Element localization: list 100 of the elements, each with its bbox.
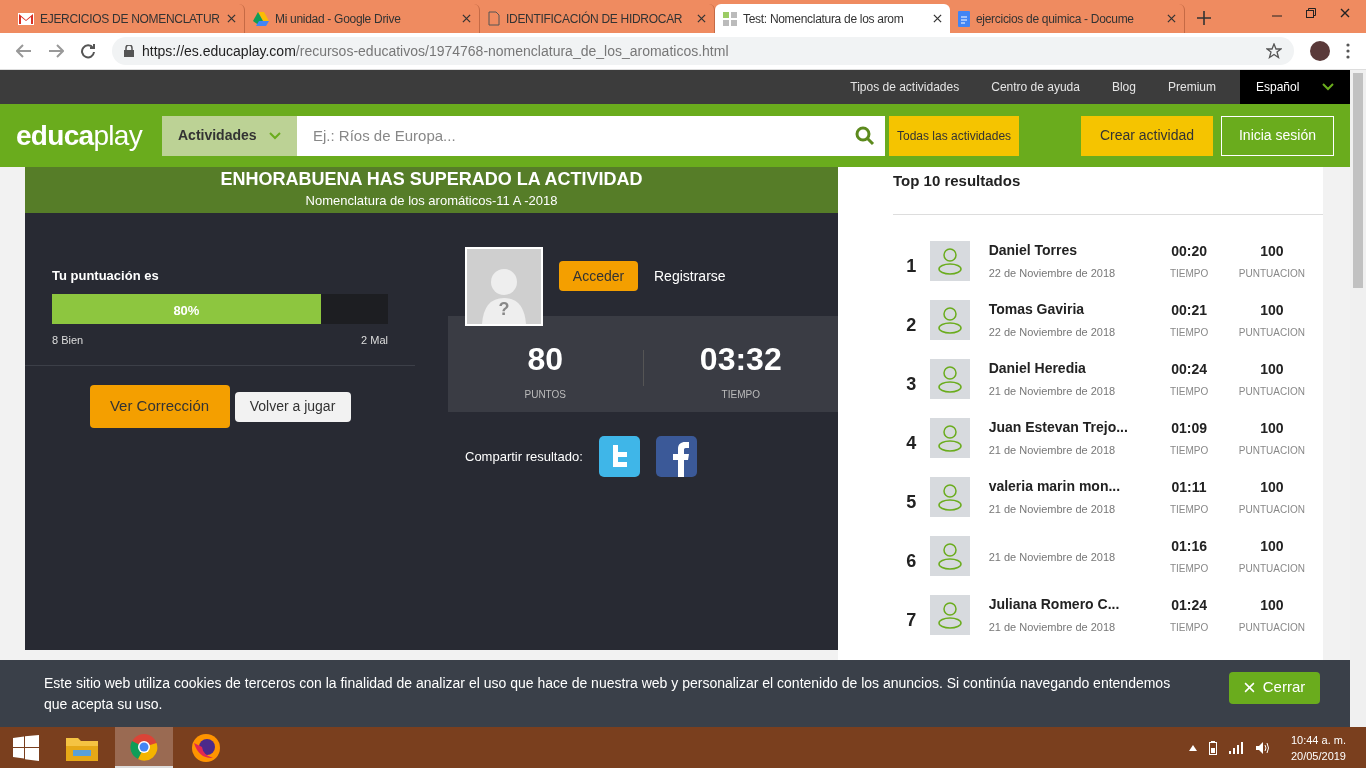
- forward-icon[interactable]: [48, 44, 64, 58]
- share-label: Compartir resultado:: [465, 447, 583, 466]
- rank-number: 3: [905, 372, 918, 396]
- time-label: TIEMPO: [721, 387, 760, 402]
- time-value: 01:09: [1171, 418, 1207, 438]
- time-label: TIEMPO: [1169, 561, 1209, 576]
- play-date: 21 de Noviembre de 2018: [988, 550, 1117, 566]
- mail-icon: [18, 12, 34, 25]
- nav-link[interactable]: Premium: [1152, 78, 1232, 96]
- points-value: 80: [527, 342, 564, 375]
- wrong-count: 2 Mal: [361, 332, 388, 348]
- score-value: 100: [1260, 536, 1284, 556]
- tray-expand-icon[interactable]: [1188, 744, 1197, 751]
- taskbar-app[interactable]: [115, 727, 173, 768]
- score-label: PUNTUACION: [1238, 266, 1305, 281]
- score-label: Tu puntuación es: [52, 267, 160, 285]
- close-icon[interactable]: [227, 14, 236, 23]
- close-icon[interactable]: [933, 14, 942, 23]
- player-name: Daniel Heredia: [988, 358, 1087, 378]
- triangle-icon: [253, 11, 269, 26]
- play-date: 22 de Noviembre de 2018: [988, 324, 1117, 340]
- star-icon[interactable]: [1266, 43, 1282, 59]
- browser-tab[interactable]: Test: Nomenclatura de los arom: [715, 4, 950, 33]
- facebook-icon[interactable]: [655, 436, 697, 477]
- search-icon: [855, 125, 875, 146]
- nav-link[interactable]: Tipos de actividades: [834, 78, 976, 96]
- profile-avatar[interactable]: [1310, 41, 1330, 61]
- nav-link[interactable]: Blog: [1095, 78, 1152, 96]
- volume-icon[interactable]: [1254, 740, 1271, 755]
- search-button[interactable]: [845, 115, 885, 156]
- score-label: PUNTUACION: [1238, 502, 1305, 517]
- time-value: 00:20: [1171, 241, 1207, 261]
- time-value: 01:16: [1171, 536, 1207, 556]
- close-icon[interactable]: [1167, 14, 1176, 23]
- score-value: 100: [1260, 477, 1284, 497]
- ranking-title: Top 10 resultados: [893, 171, 1022, 191]
- result-title: ENHORABUENA HAS SUPERADO LA ACTIVIDAD: [220, 168, 643, 191]
- close-icon: [1243, 682, 1255, 693]
- register-link[interactable]: Registrarse: [654, 265, 726, 287]
- question-mark: ?: [498, 300, 510, 318]
- time-label: TIEMPO: [1169, 325, 1209, 340]
- document-icon: [958, 10, 970, 27]
- new-tab-icon[interactable]: [1197, 11, 1211, 25]
- score-value: 100: [1260, 359, 1284, 379]
- close-icon[interactable]: [462, 14, 471, 23]
- all-activities-button[interactable]: Todas las actividades: [889, 115, 1020, 156]
- rank-number: 6: [905, 549, 918, 573]
- player-name: Juliana Romero C...: [988, 594, 1121, 614]
- restore-icon[interactable]: [1306, 8, 1316, 18]
- search-field[interactable]: Ej.: Ríos de Europa...: [297, 115, 845, 156]
- windows-icon[interactable]: [13, 734, 39, 761]
- close-icon[interactable]: [697, 14, 706, 23]
- browser-tab[interactable]: Mi unidad - Google Drive: [245, 4, 480, 33]
- address-field[interactable]: https://es.educaplay.com/recursos-educativos/1974768-nomenclatura_de_los_aromaticos.html: [112, 37, 1294, 65]
- player-name: valeria marin mon...: [988, 476, 1122, 496]
- lock-icon: [124, 45, 134, 57]
- time-label: TIEMPO: [1169, 384, 1209, 399]
- tab-title: Test: Nomenclatura de los arom: [743, 10, 905, 28]
- category-select[interactable]: Actividades: [162, 115, 297, 156]
- menu-icon[interactable]: [1346, 43, 1350, 59]
- browser-tab[interactable]: ejercicios de quimica - Docume: [950, 4, 1185, 33]
- player-name: Juan Estevan Trejo...: [988, 417, 1129, 437]
- close-icon[interactable]: [1340, 8, 1350, 18]
- score-label: PUNTUACION: [1238, 443, 1305, 458]
- time-label: TIEMPO: [1169, 266, 1209, 281]
- avatar-icon: [929, 299, 970, 340]
- rank-number: 1: [905, 254, 918, 278]
- score-value: 100: [1260, 595, 1284, 615]
- play-date: 22 de Noviembre de 2018: [988, 265, 1117, 281]
- reload-icon[interactable]: [80, 43, 96, 59]
- avatar-icon: [929, 240, 970, 281]
- browser-tab[interactable]: EJERCICIOS DE NOMENCLATUR: [10, 4, 245, 33]
- nav-link[interactable]: Centro de ayuda: [975, 78, 1096, 96]
- circle-logo-icon: [130, 732, 158, 761]
- tab-title: ejercicios de quimica - Docume: [976, 10, 1135, 28]
- language-select[interactable]: Español: [1240, 70, 1350, 104]
- tab-title: Mi unidad - Google Drive: [275, 10, 402, 28]
- score-value: 100: [1260, 418, 1284, 438]
- player-name: Daniel Torres: [988, 240, 1079, 260]
- create-activity-button[interactable]: Crear actividad: [1081, 115, 1213, 156]
- clock-time: 10:44 a. m.: [1290, 732, 1346, 748]
- time-label: TIEMPO: [1169, 502, 1209, 517]
- tab-title: IDENTIFICACIÓN DE HIDROCAR: [506, 10, 684, 28]
- url-text: https://es.educaplay.com/recursos-educativos/1974768-nomenclatura_de_los_aromaticos.html: [142, 41, 729, 61]
- time-label: TIEMPO: [1169, 620, 1209, 635]
- avatar-icon: [929, 358, 970, 399]
- time-value: 01:11: [1171, 477, 1207, 497]
- score-label: PUNTUACION: [1238, 620, 1305, 635]
- review-button[interactable]: Ver Corrección: [89, 385, 230, 428]
- access-button[interactable]: Acceder: [559, 261, 638, 291]
- rank-number: 7: [905, 608, 918, 632]
- avatar-icon: [929, 476, 970, 517]
- back-icon[interactable]: [16, 44, 32, 58]
- replay-button[interactable]: Volver a jugar: [234, 391, 351, 422]
- signal-icon: [1228, 741, 1243, 754]
- avatar-icon: [929, 417, 970, 458]
- scrollbar[interactable]: [1350, 70, 1366, 727]
- grid-icon: [723, 11, 737, 26]
- score-label: PUNTUACION: [1238, 561, 1305, 576]
- activity-title: Nomenclatura de los aromáticos-11 A -2018: [305, 191, 558, 210]
